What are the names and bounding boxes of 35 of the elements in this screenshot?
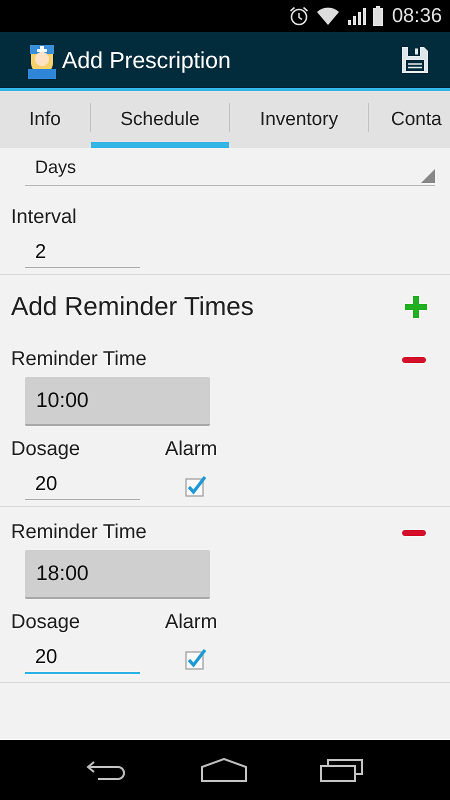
dosage-field[interactable]: 20 xyxy=(25,642,140,674)
interval-field[interactable]: 2 xyxy=(25,237,140,268)
section-heading: Add Reminder Times xyxy=(11,291,254,322)
reminder-time-label: Reminder Time xyxy=(11,348,147,371)
signal-icon xyxy=(346,6,366,26)
remove-button[interactable] xyxy=(402,356,426,364)
alarm-checkbox[interactable] xyxy=(185,648,207,670)
frequency-dropdown[interactable]: Days xyxy=(25,150,435,186)
time-picker-button[interactable]: 10:00 xyxy=(25,377,210,426)
home-icon xyxy=(200,758,247,782)
minus-icon xyxy=(402,528,426,536)
wifi-icon xyxy=(316,6,340,26)
interval-label: Interval xyxy=(11,206,78,229)
screen-title: Add Prescription xyxy=(62,46,232,74)
alarm-clock-icon xyxy=(288,5,310,27)
alarm-checkbox[interactable] xyxy=(185,475,207,497)
plus-icon xyxy=(404,294,428,318)
tab[interactable]: Info xyxy=(0,91,90,148)
time-picker-button[interactable]: 18:00 xyxy=(25,550,210,599)
add-button[interactable] xyxy=(404,294,428,318)
alarm-label: Alarm xyxy=(165,611,218,634)
recent-apps-icon xyxy=(320,758,364,782)
alarm-label: Alarm xyxy=(165,438,218,461)
tab[interactable]: Inventory xyxy=(230,91,368,148)
reminder-time-label: Reminder Time xyxy=(11,521,147,544)
dosage-label: Dosage xyxy=(11,438,81,461)
dropdown-corner-icon xyxy=(421,169,435,183)
status-time: 08:36 xyxy=(392,4,442,28)
dosage-field[interactable]: 20 xyxy=(25,469,140,500)
tab[interactable]: Conta xyxy=(369,91,447,148)
remove-button[interactable] xyxy=(402,528,426,536)
tab[interactable]: Schedule xyxy=(91,91,229,148)
dosage-label: Dosage xyxy=(11,611,81,634)
battery-icon xyxy=(372,5,384,27)
minus-icon xyxy=(402,356,426,364)
